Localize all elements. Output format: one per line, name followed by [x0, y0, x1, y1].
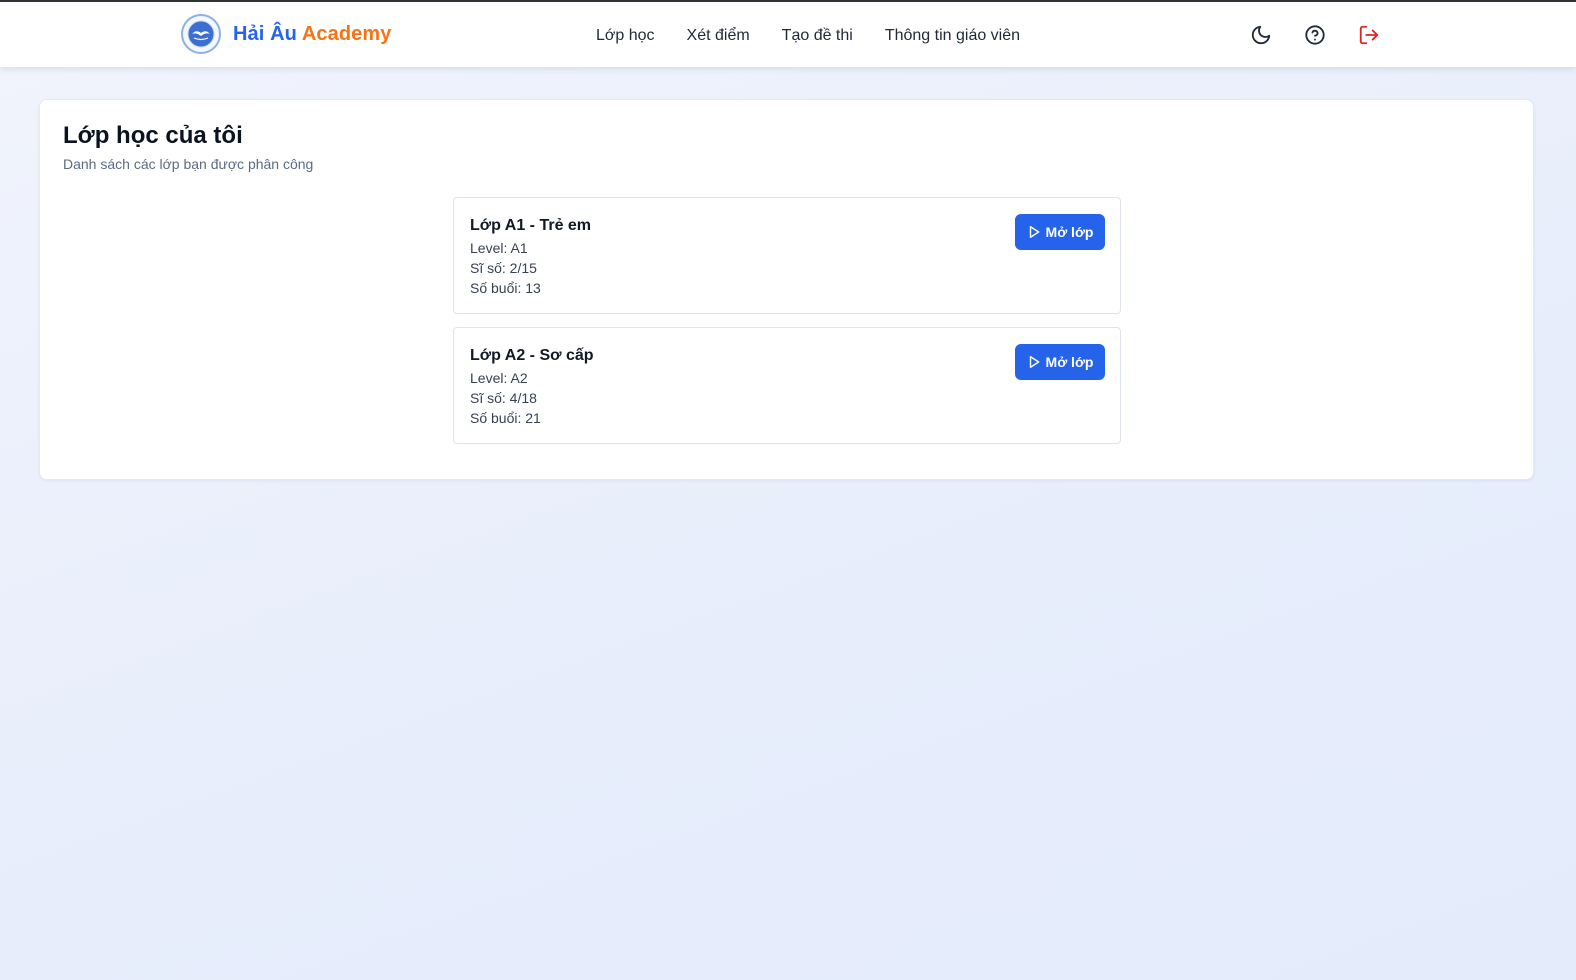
- nav-item-classes[interactable]: Lớp học: [596, 27, 655, 45]
- page-title: Lớp học của tôi: [63, 122, 243, 149]
- nav-item-teacher-info[interactable]: Thông tin giáo viên: [885, 27, 1020, 45]
- brand-home-link[interactable]: Hải Âu Academy: [181, 14, 392, 54]
- open-class-button[interactable]: Mở lớp: [1015, 344, 1105, 380]
- open-class-button-label: Mở lớp: [1045, 354, 1094, 370]
- logout-icon[interactable]: [1356, 22, 1382, 48]
- brand-name-part1: Hải Âu: [233, 22, 297, 45]
- page-subtitle: Danh sách các lớp bạn được phân công: [63, 156, 314, 172]
- header-actions: [1248, 22, 1382, 48]
- class-card: Lớp A1 - Trẻ em Level: A1 Sĩ số: 2/15 Số…: [453, 197, 1121, 314]
- nav-item-create-exam[interactable]: Tạo đề thi: [782, 27, 853, 45]
- my-classes-panel: Lớp học của tôi Danh sách các lớp bạn đư…: [39, 99, 1534, 480]
- top-navbar: Hải Âu Academy Lớp học Xét điểm Tạo đề t…: [0, 0, 1576, 67]
- class-sessions: Số buổi: 13: [470, 280, 541, 296]
- class-level: Level: A2: [470, 370, 528, 386]
- class-size: Sĩ số: 4/18: [470, 390, 537, 406]
- class-name: Lớp A1 - Trẻ em: [470, 217, 592, 234]
- seagull-logo-icon: [181, 14, 221, 54]
- class-level: Level: A1: [470, 240, 528, 256]
- moon-icon[interactable]: [1248, 22, 1274, 48]
- class-sessions: Số buổi: 21: [470, 410, 541, 426]
- main-nav: Lớp học Xét điểm Tạo đề thi Thông tin gi…: [596, 2, 1052, 69]
- nav-item-grading[interactable]: Xét điểm: [687, 27, 750, 45]
- class-card: Lớp A2 - Sơ cấp Level: A2 Sĩ số: 4/18 Số…: [453, 327, 1121, 444]
- play-icon: [1029, 226, 1039, 238]
- help-circle-icon[interactable]: [1302, 22, 1328, 48]
- brand-name-part2: Academy: [301, 22, 392, 45]
- class-size: Sĩ số: 2/15: [470, 260, 537, 276]
- open-class-button[interactable]: Mở lớp: [1015, 214, 1105, 250]
- brand-name: Hải Âu Academy: [233, 23, 392, 46]
- open-class-button-label: Mở lớp: [1045, 224, 1094, 240]
- class-name: Lớp A2 - Sơ cấp: [470, 347, 594, 364]
- play-icon: [1029, 356, 1039, 368]
